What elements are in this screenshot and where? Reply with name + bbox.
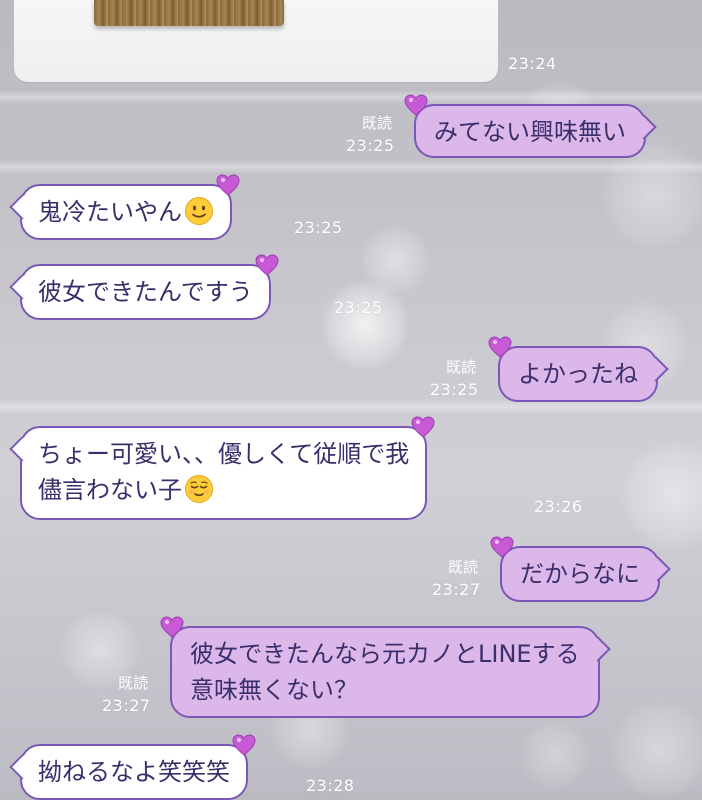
bokeh-light [360,225,430,295]
read-receipt: 既読 [118,674,149,692]
message-text: 彼女できたんですう [38,278,253,306]
pink-heart-icon [488,336,512,358]
incoming-message-bubble[interactable]: ちょー可愛い、、優しくて従順で我 儘言わない子 [9,416,435,520]
wooden-board-photo [94,0,284,26]
timestamp: 23:27 [432,580,481,599]
timestamp: 23:25 [346,136,395,155]
timestamp: 23:25 [430,380,479,399]
outgoing-message-bubble[interactable]: みてない興味無い [404,94,657,158]
outgoing-message-bubble[interactable]: 彼女できたんなら元カノとLINEする 意味無くない？ [160,616,611,718]
image-message[interactable] [14,0,498,82]
read-receipt: 既読 [448,558,479,576]
message-line: 儘言わない子 [38,476,182,504]
light-band [0,90,702,104]
read-receipt: 既読 [362,114,393,132]
message-line: 彼女できたんなら元カノとLINEする [190,640,580,668]
pink-heart-icon [255,254,279,276]
bokeh-light [620,440,702,550]
bokeh-light [520,720,590,790]
bokeh-light [610,700,702,800]
pink-heart-icon [411,416,435,438]
incoming-message-bubble[interactable]: 鬼冷たいやん [9,174,240,240]
message-line-with-emoji: 儘言わない子 [38,472,409,508]
relieved-face-emoji [185,475,213,503]
slightly-smiling-face-emoji [185,197,213,225]
timestamp: 23:24 [508,54,557,73]
pink-heart-icon [490,536,514,558]
message-text: 拗ねるなよ笑笑笑 [38,758,230,786]
pink-heart-icon [232,734,256,756]
outgoing-message-bubble[interactable]: だからなに [490,536,671,602]
message-text: よかったね [518,360,638,388]
timestamp: 23:27 [102,696,151,715]
pink-heart-icon [216,174,240,196]
pink-heart-icon [160,616,184,638]
message-line: 意味無くない？ [190,676,358,704]
outgoing-message-bubble[interactable]: よかったね [488,336,669,402]
pink-heart-icon [404,94,428,116]
light-band [0,160,702,174]
timestamp: 23:25 [334,298,383,317]
light-band [0,400,702,414]
timestamp: 23:28 [306,776,355,795]
read-receipt: 既読 [446,358,477,376]
message-text: みてない興味無い [434,118,626,146]
incoming-message-bubble[interactable]: 彼女できたんですう [9,254,279,320]
message-line: ちょー可愛い、、優しくて従順で我 [38,440,410,468]
message-text: だからなに [520,560,640,588]
timestamp: 23:25 [294,218,343,237]
timestamp: 23:26 [534,497,583,516]
message-text: 鬼冷たいやん [38,198,182,226]
